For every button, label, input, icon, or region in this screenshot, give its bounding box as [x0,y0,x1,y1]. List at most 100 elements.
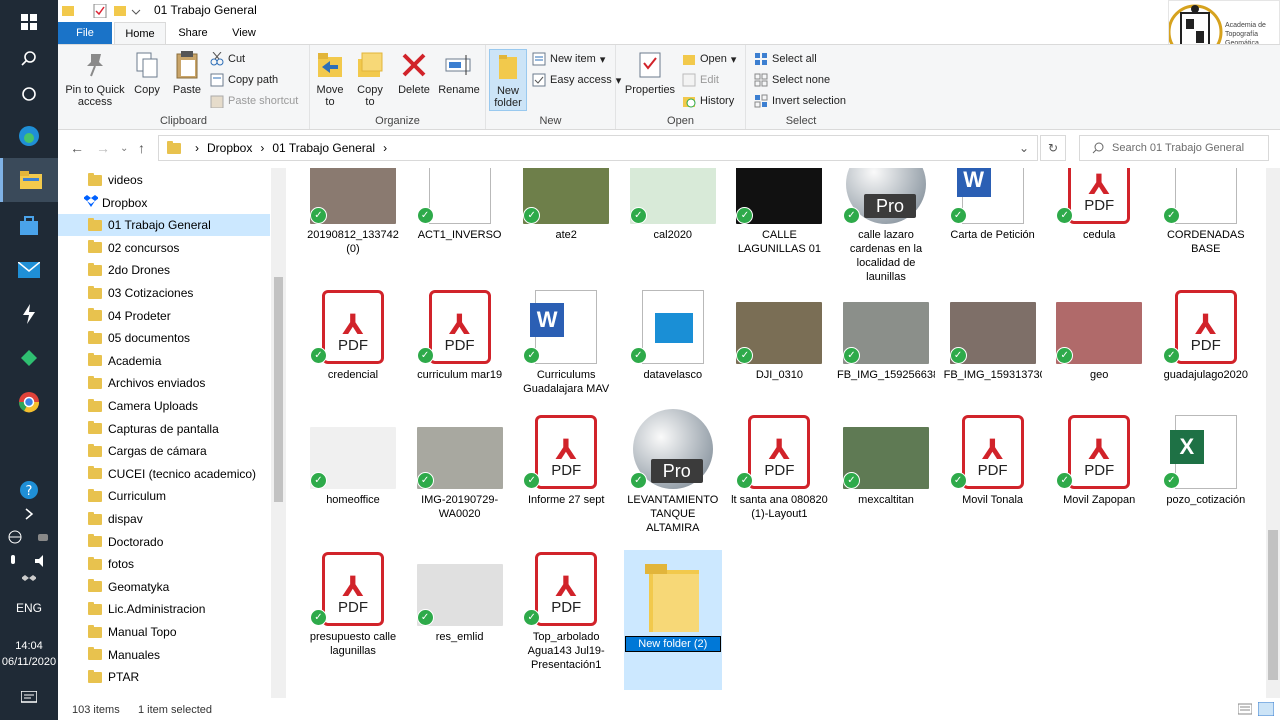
nav-item[interactable]: CUCEI (tecnico academico) [58,463,270,485]
tab-view[interactable]: View [222,22,266,44]
nav-item[interactable]: Lic.Administracion [58,598,270,620]
nav-item[interactable]: videos [58,169,270,191]
address-bar[interactable]: › Dropbox › 01 Trabajo General › ⌄ [158,135,1038,161]
chrome-icon[interactable] [0,380,58,424]
copy-path-button[interactable]: Copy path [210,73,278,87]
details-view-icon[interactable] [1237,703,1253,718]
nav-item[interactable]: 05 documentos [58,327,270,349]
dropbox-tray-icon[interactable] [0,566,58,596]
forward-arrow-icon[interactable]: → [96,140,110,156]
clock-date[interactable]: 06/11/2020 [0,656,58,668]
file-item[interactable]: ⅄ PDF ✓ guadajulago2020 [1157,288,1255,382]
paste-shortcut-button[interactable]: Paste shortcut [210,94,298,109]
back-arrow-icon[interactable]: ← [70,140,84,156]
nav-item[interactable]: Doctorado [58,531,270,553]
file-item[interactable]: Pro ✓ LEVANTAMIENTO TANQUE ALTAMIRA [624,409,722,535]
file-item[interactable]: ✓ CALLE LAGUNILLAS 01 [730,168,828,256]
nav-item[interactable]: Manual Topo [58,621,270,643]
nav-scrollbar-thumb[interactable] [274,277,283,502]
nav-item[interactable]: Cargas de cámara [58,440,270,462]
tab-home[interactable]: Home [114,22,166,44]
file-item[interactable]: ✓ CORDENADAS BASE [1157,168,1255,256]
delete-button[interactable]: Delete [394,49,434,96]
move-to-button[interactable]: Move to [312,49,348,108]
up-arrow-icon[interactable]: ↑ [138,140,145,156]
quick-access-toolbar-icon[interactable] [62,4,142,18]
large-icons-view-icon[interactable] [1257,701,1275,719]
file-item[interactable]: ✓ FB_IMG_1592566380328 [837,288,935,382]
nav-item[interactable]: Archivos enviados [58,372,270,394]
copy-button[interactable]: Copy [128,49,166,96]
refresh-button[interactable]: ↻ [1040,135,1066,161]
nav-item[interactable]: Capturas de pantalla [58,418,270,440]
easy-access-button[interactable]: Easy access ▾ [532,73,621,87]
file-item[interactable]: ✓ datavelasco [624,288,722,382]
file-item[interactable]: ✓ cal2020 [624,168,722,242]
file-item[interactable]: ⅄ PDF ✓ credencial [304,288,402,382]
file-item[interactable]: ✓ geo [1050,288,1148,382]
nav-item[interactable]: Dropbox [58,192,270,214]
select-all-button[interactable]: Select all [754,52,817,66]
breadcrumb-dropbox[interactable]: Dropbox [207,141,252,155]
file-item[interactable]: ⅄ PDF ✓ cedula [1050,168,1148,242]
new-folder-item[interactable]: New folder (2) [623,550,722,690]
nav-item[interactable]: dispav [58,508,270,530]
app-icon[interactable] [0,292,58,336]
clock-time[interactable]: 14:04 [0,640,58,652]
file-item[interactable]: W ✓ Carta de Petición [944,168,1042,242]
maps-icon[interactable] [0,336,58,380]
nav-item[interactable]: Geomatyka [58,576,270,598]
edit-button[interactable]: Edit [682,73,719,87]
file-item[interactable]: ⅄ PDF ✓ lt santa ana 080820 (1)-Layout1 [730,413,828,521]
file-item[interactable]: ✓ 20190812_133742 (0) [304,168,402,256]
nav-item[interactable]: 01 Trabajo General [58,214,270,237]
file-item[interactable]: Pro ✓ calle lazaro cardenas en la localida… [837,168,935,284]
nav-item[interactable]: 03 Cotizaciones [58,282,270,304]
language-indicator[interactable]: ENG [0,601,58,615]
chevron-down-icon[interactable]: ⌄ [1019,141,1029,155]
nav-item[interactable]: Camera Uploads [58,395,270,417]
nav-item[interactable]: fotos [58,553,270,575]
file-item[interactable]: ✓ FB_IMG_1593137302985 [944,288,1042,382]
search-box[interactable]: Search 01 Trabajo General [1079,135,1269,161]
new-item-button[interactable]: New item ▾ [532,52,605,66]
file-item[interactable]: ✓ DJI_0310 [730,288,828,382]
recent-dropdown-icon[interactable]: ⌄ [120,143,128,154]
file-item[interactable]: W ✓ Curriculums Guadalajara MAV [517,288,615,396]
notifications-icon[interactable] [0,676,58,720]
file-item[interactable]: ✓ mexcaltitan [837,413,935,507]
file-item[interactable]: ⅄ PDF ✓ Top_arbolado Agua143 Jul19-Presenta… [517,550,615,672]
file-item[interactable]: ✓ ate2 [517,168,615,242]
file-item[interactable]: ✓ IMG-20190729-WA0020 [411,413,509,521]
file-item[interactable]: ⅄ PDF ✓ Informe 27 sept [517,413,615,507]
history-button[interactable]: History [682,94,734,108]
content-scrollbar-thumb[interactable] [1268,530,1278,680]
file-item[interactable]: ⅄ PDF ✓ presupuesto calle lagunillas [304,550,402,658]
breadcrumb-current[interactable]: 01 Trabajo General [272,141,375,155]
store-icon[interactable] [0,204,58,248]
edge-icon[interactable] [0,114,58,158]
file-explorer-icon[interactable] [0,158,58,202]
pin-quick-access-button[interactable]: Pin to Quick access [64,49,126,108]
file-item[interactable]: ⅄ PDF ✓ Movil Zapopan [1050,413,1148,507]
new-folder-button[interactable]: New folder [489,49,527,111]
nav-item[interactable]: 02 concursos [58,237,270,259]
open-button[interactable]: Open ▾ [682,52,736,66]
file-item[interactable]: ✓ ACT1_INVERSO [411,168,509,242]
tab-share[interactable]: Share [168,22,218,44]
nav-item[interactable]: 04 Prodeter [58,305,270,327]
file-item[interactable]: ✓ homeoffice [304,413,402,507]
paste-button[interactable]: Paste [168,49,206,96]
file-item[interactable]: ⅄ PDF ✓ Movil Tonala [944,413,1042,507]
select-none-button[interactable]: Select none [754,73,830,87]
rename-button[interactable]: Rename [436,49,482,96]
invert-selection-button[interactable]: Invert selection [754,94,846,108]
nav-item[interactable]: PTAR [58,666,270,688]
copy-to-button[interactable]: Copy to [352,49,388,108]
file-item[interactable]: X ✓ pozo_cotización [1157,413,1255,507]
properties-button[interactable]: Properties [622,49,678,96]
nav-item[interactable]: Manuales [58,644,270,666]
file-item[interactable]: ✓ res_emlid [411,550,509,644]
nav-item[interactable]: Curriculum [58,485,270,507]
tab-file[interactable]: File [58,22,112,44]
